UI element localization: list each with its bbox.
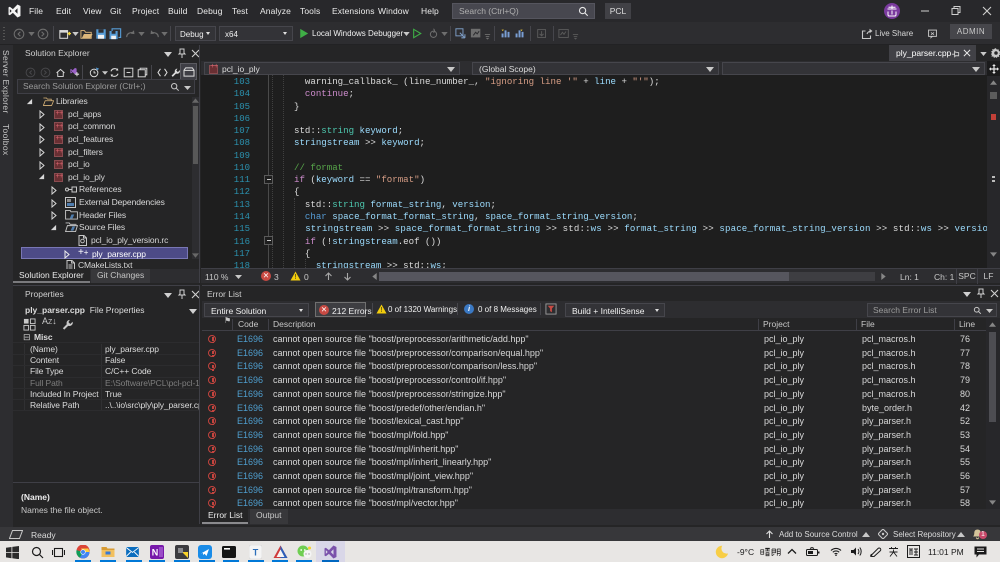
- svg-text:!: !: [380, 305, 382, 314]
- svg-text:N: N: [152, 548, 159, 558]
- svg-text:!: !: [294, 272, 296, 281]
- svg-text:T: T: [253, 548, 259, 558]
